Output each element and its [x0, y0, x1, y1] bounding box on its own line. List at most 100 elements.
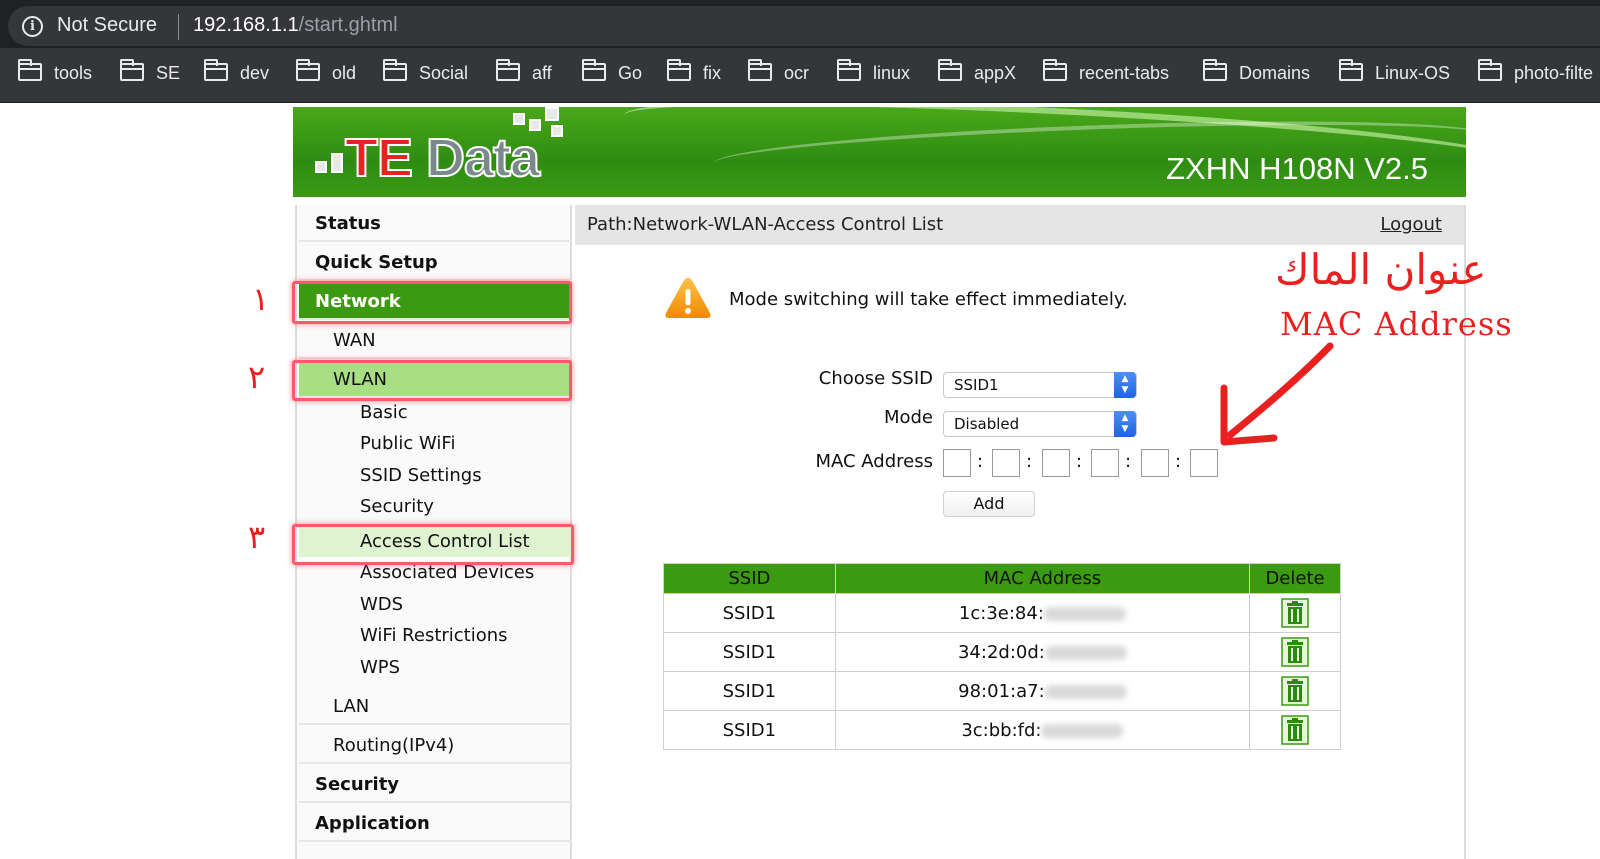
column-header-ssid: SSID — [663, 563, 836, 594]
bookmark-label: tools — [54, 63, 93, 83]
mac-octet-2-input[interactable] — [992, 449, 1020, 477]
nav-security[interactable]: Security — [299, 766, 572, 803]
trash-icon[interactable] — [1281, 715, 1309, 745]
bookmark-label: Linux-OS — [1375, 63, 1451, 83]
mac-separator: : — [1125, 451, 1132, 472]
bookmark-label: fix — [703, 63, 721, 83]
mac-octet-5-input[interactable] — [1141, 449, 1169, 477]
mac-octet-6-input[interactable] — [1190, 449, 1218, 477]
mac-value: 34:2d:0d: — [957, 641, 1045, 663]
column-header-mac: MAC Address — [834, 563, 1251, 594]
nav-public-wifi[interactable]: Public WiFi — [299, 429, 572, 459]
trash-icon[interactable] — [1281, 637, 1309, 667]
delete-cell — [1249, 710, 1341, 750]
mac-octet-4-input[interactable] — [1091, 449, 1119, 477]
mac-cell: 3c:bb:fd: — [834, 710, 1251, 750]
mac-value: 3c:bb:fd: — [961, 719, 1042, 741]
mac-value: 1c:3e:84: — [958, 602, 1044, 624]
step-number-1: ١ — [252, 280, 270, 318]
nav-wifi-restrictions[interactable]: WiFi Restrictions — [299, 621, 572, 651]
choose-ssid-label: Choose SSID — [818, 368, 933, 389]
bookmark-domains[interactable]: Domains — [1203, 59, 1310, 87]
nav-wps[interactable]: WPS — [299, 653, 572, 683]
bookmark-label: Social — [419, 63, 469, 83]
bookmark-aff[interactable]: aff — [496, 59, 552, 87]
security-label[interactable]: Not Secure — [57, 14, 157, 37]
bookmark-se[interactable]: SE — [120, 59, 181, 87]
bookmark-label: linux — [873, 63, 911, 83]
nav-basic[interactable]: Basic — [299, 398, 572, 428]
bookmark-dev[interactable]: dev — [204, 59, 270, 87]
logout-link[interactable]: Logout — [1380, 214, 1442, 235]
bookmark-linux-os[interactable]: Linux-OS — [1339, 59, 1451, 87]
bookmark-go[interactable]: Go — [582, 59, 642, 87]
highlight-acl — [292, 524, 574, 565]
router-header-banner: TE Data ZXHN H108N V2.5 — [293, 107, 1466, 197]
trash-icon[interactable] — [1281, 598, 1309, 628]
mac-address-label: MAC Address — [815, 451, 933, 472]
mode-select[interactable]: Disabled ▲ ▼ — [943, 411, 1137, 437]
highlight-network — [292, 281, 572, 324]
nav-quick-setup[interactable]: Quick Setup — [299, 244, 572, 281]
blurred-mac-suffix — [1041, 723, 1124, 738]
mac-octet-1-input[interactable] — [943, 449, 971, 477]
column-header-delete: Delete — [1249, 563, 1341, 594]
mac-separator: : — [1175, 451, 1182, 472]
highlight-wlan — [292, 360, 572, 401]
bookmark-photo-filter[interactable]: photo-filte — [1478, 59, 1594, 87]
bookmark-label: old — [332, 63, 357, 83]
folder-icon — [204, 59, 228, 81]
nav-application[interactable]: Application — [299, 805, 572, 842]
url-path: /start.ghtml — [298, 14, 398, 36]
mac-octet-3-input[interactable] — [1042, 449, 1070, 477]
step-number-3: ٣ — [248, 518, 266, 556]
bookmark-recent-tabs[interactable]: recent-tabs — [1043, 59, 1170, 87]
ssid-cell: SSID1 — [663, 632, 836, 672]
browser-address-bar: i Not Secure 192.168.1.1/start.ghtml — [0, 0, 1600, 48]
bookmark-label: photo-filte — [1514, 63, 1594, 83]
blurred-mac-suffix — [1044, 684, 1127, 699]
table-row: SSID1 98:01:a7: — [663, 671, 1341, 711]
nav-wlan-security[interactable]: Security — [299, 492, 572, 522]
ssid-select[interactable]: SSID1 ▲ ▼ — [943, 372, 1137, 398]
folder-icon — [18, 59, 42, 81]
bookmark-tools[interactable]: tools — [18, 59, 93, 87]
logo-te: TE — [344, 127, 414, 189]
te-data-logo: TE Data — [344, 127, 541, 189]
bookmark-label: dev — [240, 63, 270, 83]
nav-wan[interactable]: WAN — [299, 322, 572, 359]
folder-icon — [496, 59, 520, 81]
annotation-arrow-icon — [1220, 342, 1334, 446]
model-name: ZXHN H108N V2.5 — [1166, 151, 1428, 186]
folder-icon — [938, 59, 962, 81]
select-arrows-icon: ▲ ▼ — [1114, 372, 1136, 398]
bookmark-ocr[interactable]: ocr — [748, 59, 809, 87]
path-bar: Path:Network-WLAN-Access Control List Lo… — [575, 205, 1464, 245]
bookmark-label: recent-tabs — [1079, 63, 1170, 83]
warning-icon — [665, 278, 711, 318]
bookmark-old[interactable]: old — [296, 59, 357, 87]
url-text[interactable]: 192.168.1.1/start.ghtml — [193, 14, 398, 37]
nav-wds[interactable]: WDS — [299, 590, 572, 620]
folder-icon — [1478, 59, 1502, 81]
nav-status[interactable]: Status — [299, 205, 572, 242]
mac-cell: 98:01:a7: — [834, 671, 1251, 711]
nav-routing[interactable]: Routing(IPv4) — [299, 727, 572, 764]
bookmark-appx[interactable]: appX — [938, 59, 1016, 87]
nav-lan[interactable]: LAN — [299, 688, 572, 725]
bookmark-linux[interactable]: linux — [837, 59, 911, 87]
mac-separator: : — [1076, 451, 1083, 472]
bookmark-fix[interactable]: fix — [667, 59, 721, 87]
arabic-annotation: عنوان الماك — [1275, 245, 1487, 294]
mac-value: 98:01:a7: — [958, 680, 1045, 702]
ssid-cell: SSID1 — [663, 710, 836, 750]
bookmark-social[interactable]: Social — [383, 59, 469, 87]
info-icon[interactable]: i — [22, 16, 43, 37]
nav-ssid-settings[interactable]: SSID Settings — [299, 461, 572, 491]
select-arrows-icon: ▲ ▼ — [1114, 411, 1136, 437]
bookmark-label: SE — [156, 63, 181, 83]
blurred-mac-suffix — [1043, 606, 1126, 621]
mode-label: Mode — [883, 407, 933, 428]
trash-icon[interactable] — [1281, 676, 1309, 706]
add-button[interactable]: Add — [943, 491, 1035, 517]
